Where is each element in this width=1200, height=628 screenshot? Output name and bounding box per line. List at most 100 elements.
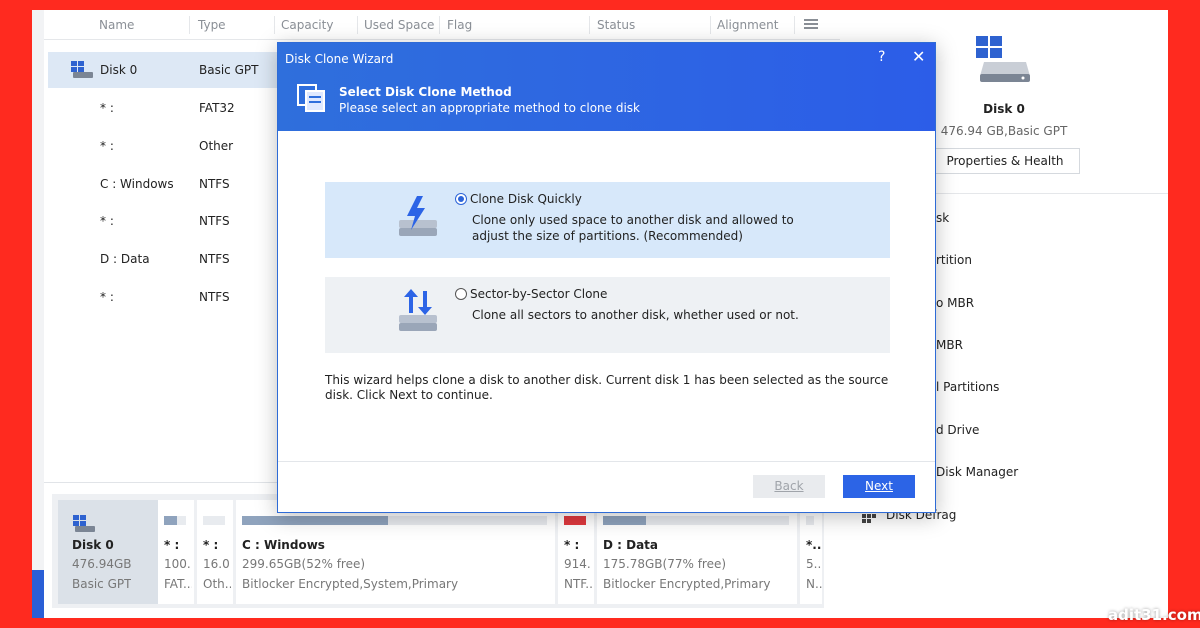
col-capacity[interactable]: Capacity	[281, 18, 333, 32]
col-separator	[439, 16, 440, 34]
col-flag[interactable]: Flag	[447, 18, 472, 32]
col-separator	[274, 16, 275, 34]
back-button[interactable]: Back	[753, 475, 825, 498]
option-title: Sector-by-Sector Clone	[470, 287, 608, 301]
partition-info: NTF...	[564, 577, 592, 591]
row-name: * :	[100, 139, 114, 153]
col-alignment[interactable]: Alignment	[717, 18, 778, 32]
menu-item[interactable]: rtition	[936, 253, 972, 267]
properties-health-label: Properties & Health	[946, 154, 1064, 168]
menu-item[interactable]: MBR	[936, 338, 963, 352]
menu-item[interactable]: Disk Manager	[936, 465, 1018, 479]
credit-text: adit31.com	[1108, 606, 1200, 624]
row-type: NTFS	[199, 177, 230, 191]
partition-info: FAT...	[164, 577, 192, 591]
option-description: Clone only used space to another disk an…	[472, 213, 794, 243]
col-type[interactable]: Type	[198, 18, 226, 32]
usage-bar	[164, 516, 186, 525]
next-label: Next	[865, 479, 893, 493]
back-label: Back	[774, 479, 804, 493]
usage-fill	[242, 516, 389, 525]
partition-size: 5...	[806, 557, 822, 571]
diskmap-disk[interactable]: Disk 0 476.94GB Basic GPT	[58, 500, 158, 604]
option-title: Clone Disk Quickly	[470, 192, 582, 206]
close-icon[interactable]: ✕	[912, 47, 925, 66]
row-type: FAT32	[199, 101, 235, 115]
disk-icon	[71, 61, 93, 78]
row-type: NTFS	[199, 214, 230, 228]
diskmap-partition[interactable]: C : Windows 299.65GB(52% free) Bitlocker…	[236, 500, 555, 604]
diskmap-disk-type: Basic GPT	[72, 577, 132, 591]
diskmap-partition[interactable]: * : 914... NTF...	[558, 500, 594, 604]
properties-health-button[interactable]: Properties & Health	[930, 148, 1080, 174]
usage-bar	[203, 516, 225, 525]
wizard-note: This wizard helps clone a disk to anothe…	[325, 373, 889, 402]
usage-fill	[564, 516, 586, 525]
partition-info: Bitlocker Encrypted,System,Primary	[242, 577, 459, 591]
disk-icon	[976, 36, 1030, 82]
usage-bar	[242, 516, 547, 525]
partition-size: 175.78GB(77% free)	[603, 557, 727, 571]
dialog-header: Disk Clone Wizard ? ✕ Select Disk Clone …	[278, 43, 935, 131]
row-type: NTFS	[199, 252, 230, 266]
diskmap-disk-size: 476.94GB	[72, 557, 132, 571]
col-separator	[189, 16, 190, 34]
diskmap-partition[interactable]: D : Data 175.78GB(77% free) Bitlocker En…	[597, 500, 797, 604]
menu-item[interactable]: sk	[936, 211, 949, 225]
col-separator	[589, 16, 590, 34]
partition-size: 16.0...	[203, 557, 231, 571]
help-icon[interactable]: ?	[878, 49, 885, 65]
col-separator	[357, 16, 358, 34]
col-separator	[710, 16, 711, 34]
app-window: Name Type Capacity Used Space Flag Statu…	[32, 10, 1168, 618]
diskmap-disk-name: Disk 0	[72, 538, 114, 552]
row-name: * :	[100, 101, 114, 115]
desktop-wallpaper-edge	[32, 570, 44, 618]
footer-divider	[278, 461, 935, 462]
diskmap-partition[interactable]: *... 5... N...	[800, 500, 822, 604]
col-used-space[interactable]: Used Space	[364, 18, 434, 32]
menu-item[interactable]: o MBR	[936, 296, 974, 310]
menu-item[interactable]: d Drive	[936, 423, 979, 437]
partition-size: 100...	[164, 557, 192, 571]
next-button[interactable]: Next	[843, 475, 915, 498]
column-menu-icon[interactable]	[804, 19, 818, 30]
dialog-title: Disk Clone Wizard	[285, 52, 394, 66]
partition-label: * :	[564, 538, 580, 552]
usage-fill	[164, 516, 178, 525]
col-name[interactable]: Name	[99, 18, 134, 32]
frame-bottom	[0, 618, 1200, 628]
row-type: Basic GPT	[199, 63, 259, 77]
row-name: D : Data	[100, 252, 150, 266]
row-name: C : Windows	[100, 177, 174, 191]
disk-clone-wizard-dialog: Disk Clone Wizard ? ✕ Select Disk Clone …	[277, 42, 936, 513]
diskmap-partition[interactable]: * : 16.0... Oth...	[197, 500, 233, 604]
usage-fill	[603, 516, 646, 525]
option-sector-by-sector[interactable]: Sector-by-Sector Clone Clone all sectors…	[325, 277, 890, 353]
option-description: Clone all sectors to another disk, wheth…	[472, 308, 799, 322]
usage-bar	[806, 516, 814, 525]
partition-label: D : Data	[603, 538, 659, 552]
radio-sector-by-sector[interactable]	[455, 288, 467, 300]
row-name: * :	[100, 290, 114, 304]
col-status[interactable]: Status	[597, 18, 635, 32]
partition-label: * :	[203, 538, 219, 552]
row-name: * :	[100, 214, 114, 228]
radio-clone-quickly[interactable]	[455, 193, 467, 205]
partition-info: Oth...	[203, 577, 231, 591]
disk-icon	[73, 515, 95, 532]
menu-item[interactable]: l Partitions	[936, 380, 999, 394]
diskmap-partition[interactable]: * : 100... FAT...	[158, 500, 194, 604]
col-separator	[794, 16, 795, 34]
lightning-disk-icon	[399, 196, 437, 236]
step-title: Select Disk Clone Method	[339, 85, 512, 99]
transfer-disk-icon	[399, 289, 437, 331]
partition-size: 914...	[564, 557, 592, 571]
step-subtitle: Please select an appropriate method to c…	[339, 101, 640, 115]
option-clone-quickly[interactable]: Clone Disk Quickly Clone only used space…	[325, 182, 890, 258]
partition-size: 299.65GB(52% free)	[242, 557, 366, 571]
table-header: Name Type Capacity Used Space Flag Statu…	[44, 10, 840, 40]
partition-info: N...	[806, 577, 822, 591]
partition-label: * :	[164, 538, 180, 552]
usage-bar	[564, 516, 586, 525]
